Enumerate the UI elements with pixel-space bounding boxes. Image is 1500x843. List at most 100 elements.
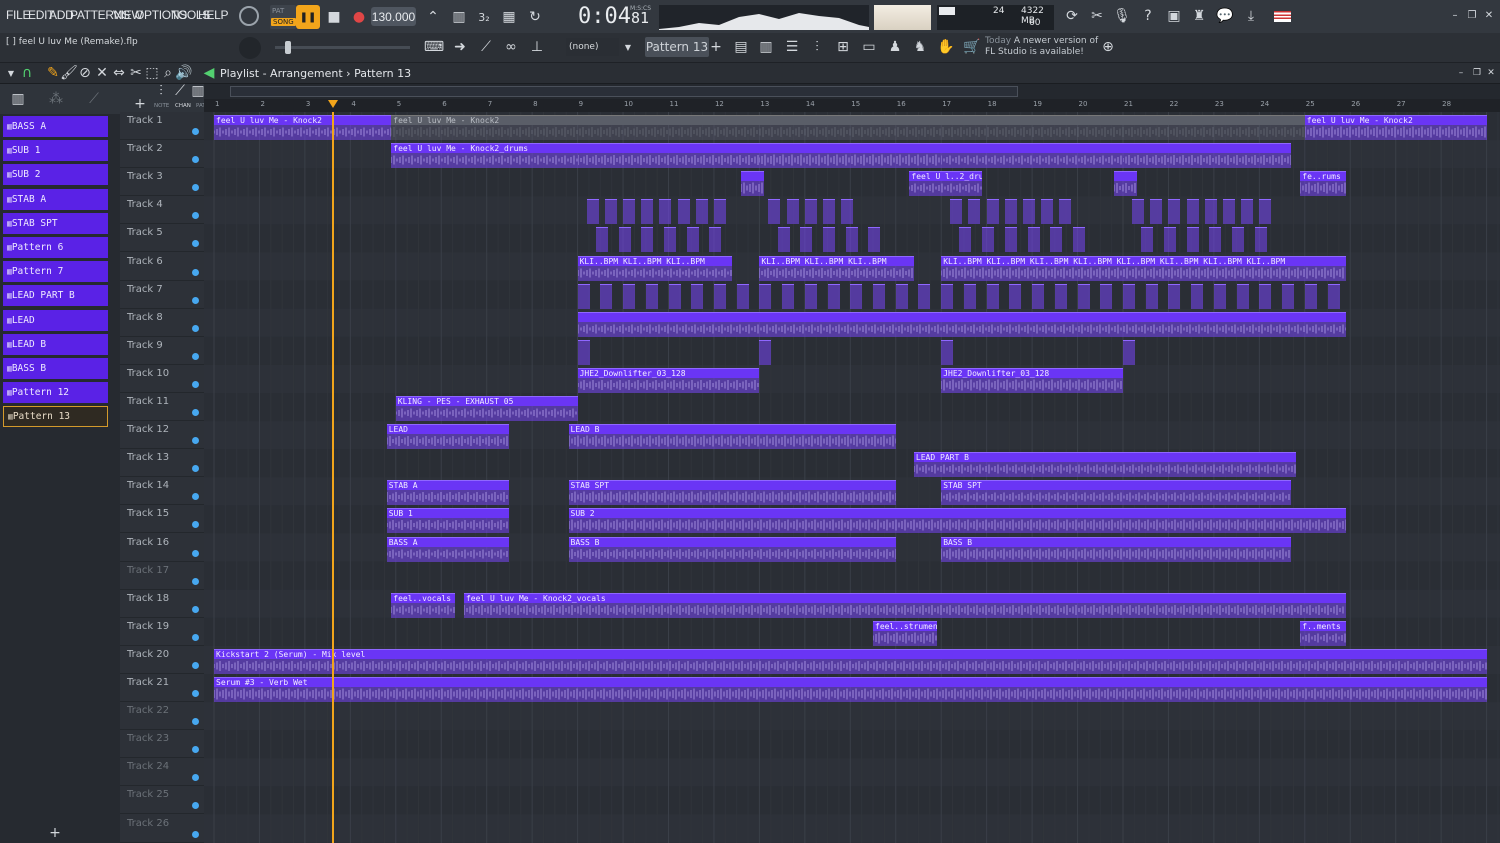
- playlist-clip[interactable]: KLING - PES - EXHAUST 05: [395, 396, 578, 421]
- pattern-blip[interactable]: [695, 199, 708, 225]
- download-icon[interactable]: ⤓: [1241, 6, 1261, 26]
- piano-small-icon[interactable]: ▥: [191, 83, 204, 99]
- pattern-blip[interactable]: [1259, 283, 1272, 309]
- track-header[interactable]: Track 25: [120, 786, 204, 815]
- song-position-marker[interactable]: [328, 100, 339, 108]
- stop-button[interactable]: ■: [322, 5, 346, 29]
- playlist-icon[interactable]: ▤: [732, 38, 750, 56]
- main-pitch-knob[interactable]: [239, 37, 261, 59]
- playlist-clip[interactable]: feel U luv Me - Knock2_vocals: [463, 592, 1346, 618]
- pattern-item[interactable]: ▥ LEAD: [3, 309, 108, 331]
- automation-icon[interactable]: ⟋: [86, 91, 102, 107]
- pattern-blip[interactable]: [1186, 199, 1199, 225]
- pattern-blip[interactable]: [968, 199, 981, 225]
- playlist-clip[interactable]: BASS B: [568, 536, 896, 562]
- pattern-item[interactable]: ▥ SUB 1: [3, 140, 108, 162]
- microphone-icon[interactable]: 🎙: [1112, 6, 1132, 26]
- track-led-icon[interactable]: [192, 184, 199, 192]
- record-button[interactable]: ●: [347, 5, 371, 29]
- playlist-clip[interactable]: feel U luv Me - Knock2: [1304, 115, 1487, 140]
- pattern-item[interactable]: ▥ Pattern 6: [3, 237, 108, 258]
- refresh-icon[interactable]: ⟳: [1062, 6, 1082, 26]
- playlist-clip[interactable]: feel U luv Me - Knock2: [391, 115, 1305, 140]
- pattern-blip[interactable]: [686, 227, 699, 253]
- track-header[interactable]: Track 6: [120, 253, 204, 281]
- channel-rack-icon[interactable]: ▥: [757, 38, 775, 56]
- playlist-clip[interactable]: SUB 2: [568, 508, 1346, 534]
- help-icon[interactable]: ?: [1138, 6, 1158, 26]
- track-led-icon[interactable]: [192, 802, 199, 810]
- pattern-blip[interactable]: [1041, 199, 1054, 225]
- track-header[interactable]: Track 22: [120, 702, 204, 731]
- pattern-item[interactable]: ▥ Pattern 7: [3, 261, 108, 283]
- touch-keyboard-icon[interactable]: ♞: [911, 38, 929, 56]
- track-header[interactable]: Track 24: [120, 758, 204, 787]
- snap-selector[interactable]: (none): [566, 38, 619, 56]
- pattern-blip[interactable]: [1132, 199, 1145, 225]
- playlist-clip[interactable]: STAB A: [386, 480, 510, 506]
- hand-icon[interactable]: ✋: [937, 38, 955, 56]
- track-led-icon[interactable]: [192, 352, 199, 360]
- track-led-icon[interactable]: [192, 605, 199, 613]
- pattern-blip[interactable]: [1191, 283, 1204, 309]
- pattern-blip[interactable]: [1077, 283, 1090, 309]
- playlist-clip[interactable]: LEAD: [386, 424, 510, 450]
- track-led-icon[interactable]: [192, 718, 199, 726]
- pattern-blip[interactable]: [845, 227, 858, 253]
- track-led-icon[interactable]: [192, 521, 199, 529]
- pattern-blip[interactable]: [1004, 199, 1017, 225]
- pattern-blip[interactable]: [1222, 199, 1235, 225]
- track-led-icon[interactable]: [192, 493, 199, 501]
- playlist-clip[interactable]: LEAD PART B: [913, 452, 1296, 478]
- pattern-item[interactable]: ▥ STAB SPT: [3, 212, 108, 234]
- slip-tool-icon[interactable]: ⇔: [112, 65, 126, 81]
- pattern-blip[interactable]: [1050, 227, 1063, 253]
- pattern-blip[interactable]: [623, 283, 636, 309]
- track-header[interactable]: Track 21: [120, 674, 204, 702]
- pattern-blip[interactable]: [1163, 227, 1176, 253]
- metronome-icon[interactable]: ⌃: [422, 6, 444, 28]
- chat-icon[interactable]: 💬: [1215, 6, 1235, 26]
- pattern-blip[interactable]: [1168, 283, 1181, 309]
- track-led-icon[interactable]: [192, 296, 199, 304]
- pattern-blip[interactable]: [1259, 199, 1272, 225]
- playlist-clip[interactable]: [1123, 143, 1292, 169]
- track-header[interactable]: Track 8: [120, 309, 204, 337]
- track-header[interactable]: Track 10: [120, 365, 204, 393]
- cart-icon[interactable]: 🛒: [963, 38, 981, 56]
- pattern-blip[interactable]: [1032, 283, 1045, 309]
- pattern-item[interactable]: ▥ BASS B: [3, 358, 108, 379]
- arrangement-overview[interactable]: [204, 84, 1500, 99]
- menu-help[interactable]: HELP: [198, 8, 228, 22]
- pattern-blip[interactable]: [645, 283, 658, 309]
- playlist-clip[interactable]: KLI..BPM KLI..BPM KLI..BPM KLI..BPM KLI.…: [941, 255, 1346, 281]
- panel-close-icon[interactable]: ✕: [1484, 65, 1498, 81]
- track-led-icon[interactable]: [192, 128, 199, 135]
- track-led-icon[interactable]: [192, 690, 199, 697]
- pattern-blip[interactable]: [1204, 199, 1217, 225]
- pattern-blip[interactable]: [1145, 283, 1158, 309]
- pattern-blip[interactable]: [800, 227, 813, 253]
- track-header[interactable]: Track 2: [120, 140, 204, 169]
- track-led-icon[interactable]: [192, 465, 199, 473]
- tools-icon[interactable]: ✂: [1087, 6, 1107, 26]
- countdown-icon[interactable]: 3₂: [473, 6, 495, 28]
- pattern-item[interactable]: ▥ Pattern 13: [3, 406, 108, 428]
- playlist-clip[interactable]: feel..struments: [873, 620, 937, 646]
- track-led-icon[interactable]: [192, 212, 199, 220]
- playlist-menu-icon[interactable]: ▼: [4, 65, 18, 81]
- pattern-item[interactable]: ▥ Pattern 12: [3, 382, 108, 404]
- pattern-blip[interactable]: [1150, 199, 1163, 225]
- pattern-blip[interactable]: [873, 283, 886, 309]
- pattern-blip[interactable]: [1168, 199, 1181, 225]
- playlist-clip[interactable]: KLI..BPM KLI..BPM KLI..BPM: [759, 255, 914, 281]
- pattern-blip[interactable]: [1141, 227, 1154, 253]
- wait-input-icon[interactable]: ▥: [448, 6, 470, 28]
- chan-tab-note[interactable]: NOTE: [154, 103, 169, 109]
- playlist-clip[interactable]: BASS A: [386, 536, 510, 562]
- pattern-blip[interactable]: [786, 199, 799, 225]
- playlist-clip[interactable]: SUB 1: [386, 508, 510, 534]
- delete-tool-icon[interactable]: ⊘: [78, 65, 92, 81]
- track-led-icon[interactable]: [192, 437, 199, 445]
- pattern-blip[interactable]: [1123, 283, 1135, 309]
